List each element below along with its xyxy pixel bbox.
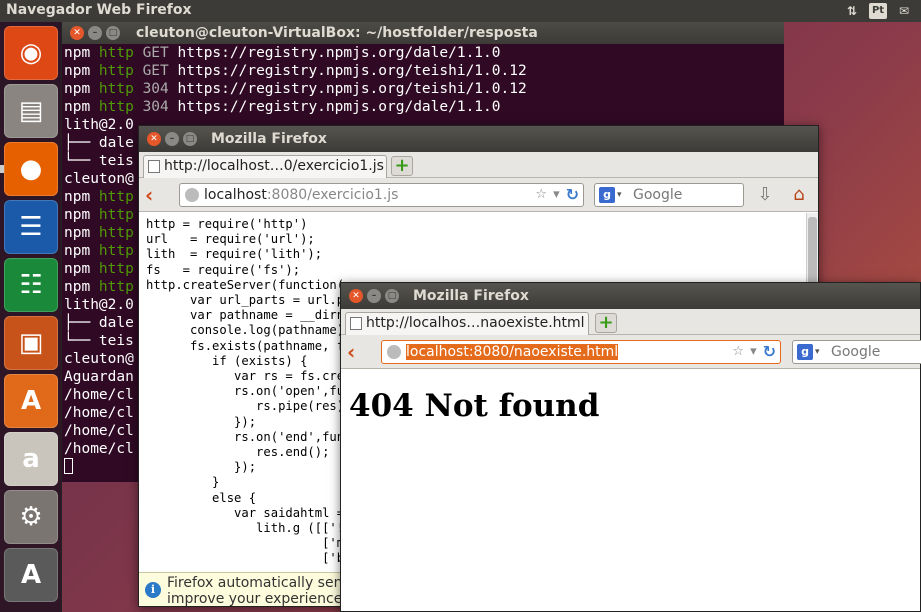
globe-icon xyxy=(387,345,401,359)
system-settings-glyph: ⚙ xyxy=(19,502,43,532)
keyboard-layout-indicator[interactable]: Pt xyxy=(869,3,887,19)
software-center-glyph: A xyxy=(20,386,42,416)
files-glyph: ▤ xyxy=(18,96,44,126)
minimize-icon[interactable]: – xyxy=(88,26,102,40)
launcher: ◉ ▤ ● ☰ ☷ ▣ Aa ⚙ A xyxy=(0,22,62,612)
chevron-down-icon[interactable]: ▾ xyxy=(815,341,820,363)
chevron-down-icon[interactable]: ▾ xyxy=(617,184,622,206)
maximize-icon[interactable]: □ xyxy=(183,132,197,146)
search-placeholder: Google xyxy=(831,344,881,360)
bookmark-star-icon[interactable]: ☆ xyxy=(535,184,547,206)
terminal-line: npm http 304 https://registry.npmjs.org/… xyxy=(64,81,527,97)
terminal-line: npm http 304 https://registry.npmjs.org/… xyxy=(64,99,501,115)
system-tray: ⇅ Pt ✉ xyxy=(843,0,921,22)
minimize-icon[interactable]: – xyxy=(165,132,179,146)
page-icon xyxy=(350,317,362,330)
history-dropdown-icon[interactable]: ▾ xyxy=(750,341,757,363)
url-bar[interactable]: localhost:8080/exercicio1.js ☆ ▾ ↻ xyxy=(179,183,584,207)
maximize-icon[interactable]: □ xyxy=(385,289,399,303)
new-tab-button[interactable]: + xyxy=(391,156,413,176)
terminal-title: cleuton@cleuton-VirtualBox: ~/hostfolder… xyxy=(136,25,538,41)
launcher-amazon-icon[interactable]: a xyxy=(4,432,58,486)
url-bar[interactable]: localhost:8080/naoexiste.html ☆ ▾ ↻ xyxy=(381,340,781,364)
tab-label: http://localhost…0/exercicio1.js xyxy=(164,158,384,174)
page-icon xyxy=(148,160,160,173)
active-app-title: Navegador Web Firefox xyxy=(6,2,192,18)
tab-strip: http://localhos…naoexiste.html + xyxy=(341,309,920,335)
mail-icon[interactable]: ✉ xyxy=(895,3,913,19)
home-icon[interactable]: ⌂ xyxy=(787,183,811,207)
url-path: :8080/exercicio1.js xyxy=(266,187,399,203)
launcher-ubuntu-icon[interactable]: ◉ xyxy=(4,26,58,80)
back-button[interactable]: ‹ xyxy=(145,184,165,206)
url-text-selected: localhost:8080/naoexiste.html xyxy=(406,344,619,360)
tab-exercicio1[interactable]: http://localhost…0/exercicio1.js xyxy=(143,155,387,178)
firefox-titlebar[interactable]: ✕ – □ Mozilla Firefox xyxy=(139,126,818,152)
tab-naoexiste[interactable]: http://localhos…naoexiste.html xyxy=(345,312,589,335)
search-placeholder: Google xyxy=(633,187,683,203)
launcher-system-settings-icon[interactable]: ⚙ xyxy=(4,490,58,544)
terminal-titlebar[interactable]: ✕ – □ cleuton@cleuton-VirtualBox: ~/host… xyxy=(62,22,784,44)
minimize-icon[interactable]: – xyxy=(367,289,381,303)
launcher-writer-icon[interactable]: ☰ xyxy=(4,200,58,254)
info-icon: i xyxy=(145,582,161,598)
impress-glyph: ▣ xyxy=(18,328,44,358)
navigation-toolbar: ‹ localhost:8080/naoexiste.html ☆ ▾ ↻ g ▾ … xyxy=(341,335,921,369)
firefox-glyph: ● xyxy=(19,154,43,184)
page-content[interactable]: 404 Not found xyxy=(341,370,920,611)
tab-strip: http://localhost…0/exercicio1.js + xyxy=(139,152,818,178)
maximize-icon[interactable]: □ xyxy=(106,26,120,40)
terminal-cursor xyxy=(64,458,73,474)
search-field[interactable]: g ▾ Google xyxy=(792,340,921,364)
updater-glyph: A xyxy=(20,560,42,590)
firefox-window-naoexiste[interactable]: ✕ – □ Mozilla Firefox http://localhos…na… xyxy=(340,282,921,612)
top-panel: Navegador Web Firefox ⇅ Pt ✉ xyxy=(0,0,921,22)
launcher-calc-icon[interactable]: ☷ xyxy=(4,258,58,312)
terminal-line: npm http GET https://registry.npmjs.org/… xyxy=(64,45,501,61)
network-sort-icon[interactable]: ⇅ xyxy=(843,3,861,19)
close-icon[interactable]: ✕ xyxy=(147,132,161,146)
download-icon[interactable]: ⇩ xyxy=(753,183,777,207)
ubuntu-glyph: ◉ xyxy=(19,38,43,68)
amazon-glyph: a xyxy=(22,444,40,474)
launcher-firefox-icon[interactable]: ● xyxy=(4,142,58,196)
globe-icon xyxy=(185,188,199,202)
tab-label: http://localhos…naoexiste.html xyxy=(366,315,585,331)
search-field[interactable]: g ▾ Google xyxy=(594,183,744,207)
bookmark-star-icon[interactable]: ☆ xyxy=(732,341,744,363)
google-icon[interactable]: g xyxy=(599,187,615,203)
launcher-updater-icon[interactable]: A xyxy=(4,548,58,602)
launcher-software-center-icon[interactable]: A xyxy=(4,374,58,428)
reload-icon[interactable]: ↻ xyxy=(566,184,579,206)
error-heading: 404 Not found xyxy=(349,388,600,424)
google-icon[interactable]: g xyxy=(797,344,813,360)
terminal-line: npm http GET https://registry.npmjs.org/… xyxy=(64,63,527,79)
launcher-impress-icon[interactable]: ▣ xyxy=(4,316,58,370)
close-icon[interactable]: ✕ xyxy=(70,26,84,40)
launcher-files-icon[interactable]: ▤ xyxy=(4,84,58,138)
url-host: localhost xyxy=(204,187,267,203)
reload-icon[interactable]: ↻ xyxy=(763,341,776,363)
navigation-toolbar: ‹ localhost:8080/exercicio1.js ☆ ▾ ↻ g ▾ G… xyxy=(139,178,818,212)
window-title: Mozilla Firefox xyxy=(211,131,327,147)
window-title: Mozilla Firefox xyxy=(413,288,529,304)
history-dropdown-icon[interactable]: ▾ xyxy=(553,184,560,206)
calc-glyph: ☷ xyxy=(19,270,43,300)
firefox-titlebar[interactable]: ✕ – □ Mozilla Firefox xyxy=(341,283,920,309)
running-indicator xyxy=(0,165,4,173)
writer-glyph: ☰ xyxy=(19,212,43,242)
new-tab-button[interactable]: + xyxy=(595,313,617,333)
back-button[interactable]: ‹ xyxy=(347,341,367,363)
close-icon[interactable]: ✕ xyxy=(349,289,363,303)
